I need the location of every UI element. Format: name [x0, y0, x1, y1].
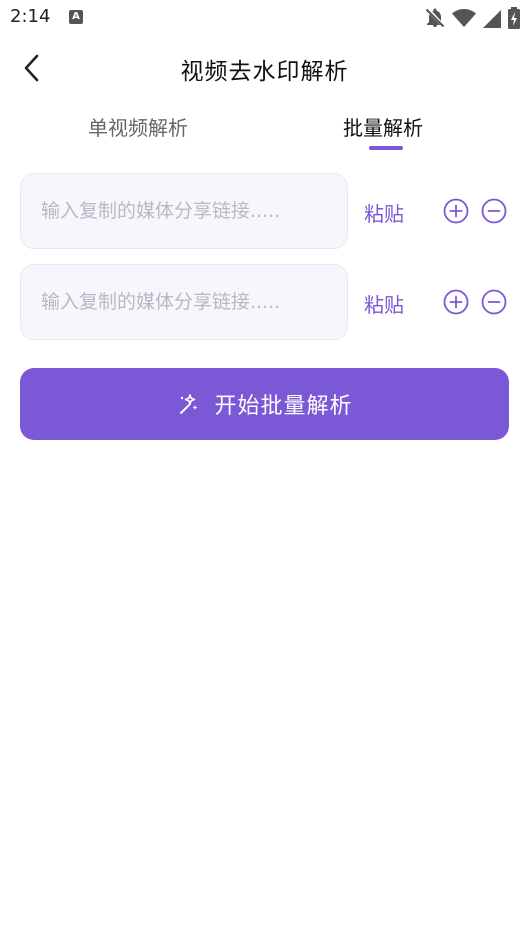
link-input-row: 粘贴: [0, 264, 529, 340]
link-input-row: 粘贴: [0, 173, 529, 249]
start-batch-parse-button[interactable]: 开始批量解析: [20, 368, 509, 440]
link-input[interactable]: [21, 174, 347, 248]
status-bar: 2:14 A: [0, 0, 529, 36]
status-icons: [423, 6, 521, 30]
add-circle-icon[interactable]: [443, 289, 469, 315]
link-input-box: [20, 264, 348, 340]
notifications-off-icon: [425, 8, 445, 28]
remove-circle-icon[interactable]: [481, 289, 507, 315]
tab-batch[interactable]: 批量解析: [343, 112, 423, 141]
battery-charging-icon: [508, 7, 520, 29]
tab-single-video[interactable]: 单视频解析: [88, 112, 188, 141]
signal-icon: [483, 10, 501, 28]
wifi-icon: [452, 9, 476, 27]
page-title: 视频去水印解析: [180, 59, 349, 85]
tab-bar: 单视频解析 批量解析: [0, 108, 529, 156]
start-batch-parse-label: 开始批量解析: [214, 394, 353, 419]
status-time: 2:14: [10, 6, 51, 27]
header: 视频去水印解析: [0, 40, 529, 96]
paste-button[interactable]: 粘贴: [364, 289, 404, 318]
add-circle-icon[interactable]: [443, 198, 469, 224]
magic-wand-icon: [180, 394, 198, 414]
keyboard-a-icon: A: [69, 10, 83, 24]
paste-button[interactable]: 粘贴: [364, 198, 404, 227]
link-input-box: [20, 173, 348, 249]
remove-circle-icon[interactable]: [481, 198, 507, 224]
tab-active-indicator: [369, 146, 403, 150]
link-input[interactable]: [21, 265, 347, 339]
